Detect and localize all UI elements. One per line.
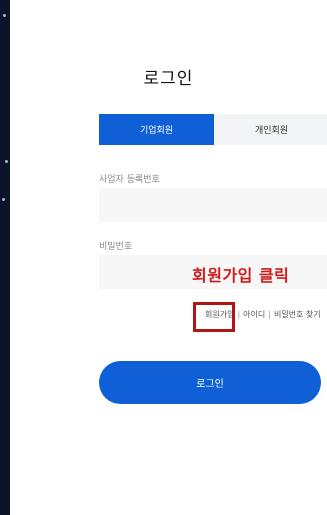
link-separator: |: [237, 310, 241, 319]
password-label: 비밀번호: [99, 242, 133, 252]
find-password-link[interactable]: 비밀번호 찾기: [274, 310, 321, 319]
login-button[interactable]: 로그인: [99, 361, 321, 404]
signup-highlight-box: [193, 302, 235, 332]
page-title: 로그인: [143, 69, 194, 89]
member-type-tabs: 기업회원 개인회원: [99, 114, 327, 145]
find-id-link[interactable]: 아이디: [243, 310, 265, 319]
business-number-label: 사업자 등록번호: [99, 175, 160, 185]
background-dot: [3, 14, 6, 17]
business-number-input[interactable]: [99, 188, 327, 222]
link-separator: |: [268, 310, 271, 319]
background-page-edge: [0, 0, 10, 515]
background-dot: [5, 160, 8, 163]
signup-click-annotation: 회원가입 클릭: [192, 266, 290, 285]
tab-personal-member[interactable]: 개인회원: [214, 114, 327, 145]
background-dot: [2, 198, 5, 201]
tab-business-member[interactable]: 기업회원: [99, 114, 214, 145]
login-panel: 로그인 기업회원 개인회원 사업자 등록번호 비밀번호: [10, 0, 327, 515]
